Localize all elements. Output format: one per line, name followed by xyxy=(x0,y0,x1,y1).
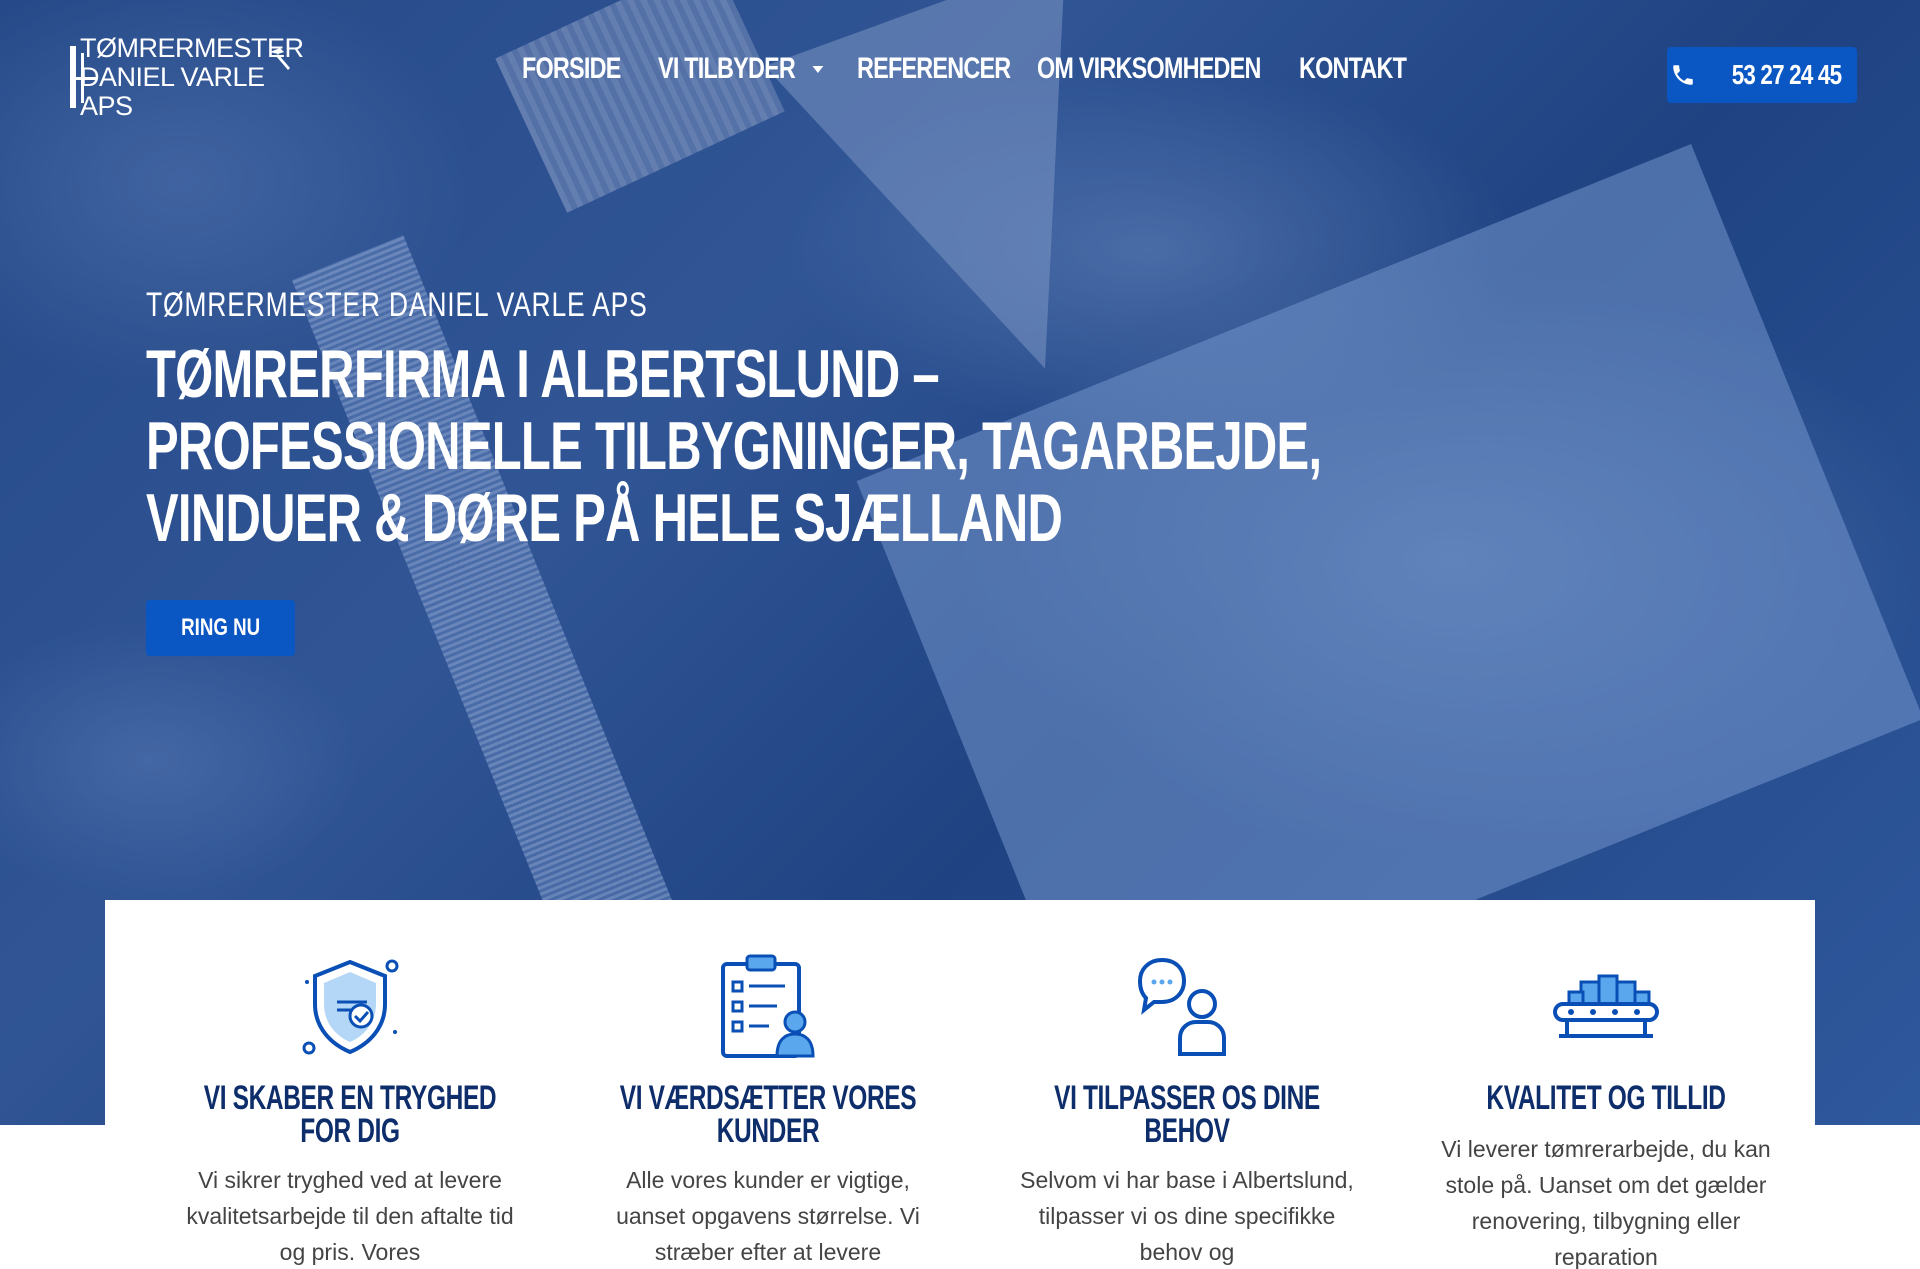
nav-item-vi-tilbyder[interactable]: VI TILBYDER xyxy=(658,52,824,86)
site-logo[interactable]: TØMRERMESTER DANIEL VARLE APS xyxy=(70,33,304,120)
shield-check-icon xyxy=(302,959,399,1055)
hero-headline-line: TØMRERFIRMA I ALBERTSLUND – xyxy=(146,336,940,412)
hero-eyebrow: TØMRERMESTER DANIEL VARLE APS xyxy=(146,286,648,324)
site-header: TØMRERMESTER DANIEL VARLE APS FORSIDE VI… xyxy=(0,0,1920,150)
nav-item-forside[interactable]: FORSIDE xyxy=(522,52,621,86)
phone-number: 53 27 24 45 xyxy=(1731,59,1841,90)
hero-headline-line: VINDUER & DØRE PÅ HELE SJÆLLAND xyxy=(146,480,1063,556)
feature-tryghed: VI SKABER EN TRYGHED FOR DIG Vi sikrer t… xyxy=(180,900,520,1269)
feature-title: VI TILPASSER OS DINE BEHOV xyxy=(1054,1079,1320,1150)
feature-kvalitet: KVALITET OG TILLID Vi leverer tømrerarbe… xyxy=(1436,900,1776,1269)
chevron-down-icon xyxy=(812,65,824,73)
hero-headline: TØMRERFIRMA I ALBERTSLUND – PROFESSIONEL… xyxy=(146,336,1322,556)
feature-text: Vi sikrer tryghed ved at levere kvalitet… xyxy=(186,1167,514,1265)
clipboard-checklist-icon xyxy=(721,954,815,1058)
feature-text: Alle vores kunder er vigtige, uanset opg… xyxy=(616,1167,920,1265)
feature-kunder: VI VÆRDSÆTTER VORES KUNDER Alle vores ku… xyxy=(598,900,938,1269)
nav-item-om-virksomheden[interactable]: OM VIRKSOMHEDEN xyxy=(1037,52,1261,86)
call-now-button[interactable]: RING NU xyxy=(146,600,295,656)
feature-text: Vi leverer tømrerarbejde, du kan stole p… xyxy=(1441,1136,1771,1269)
nav-item-label: VI TILBYDER xyxy=(658,52,796,85)
phone-button[interactable]: 53 27 24 45 xyxy=(1667,47,1857,103)
phone-icon xyxy=(1672,65,1693,85)
nav-item-referencer[interactable]: REFERENCER xyxy=(857,52,1011,86)
feature-title: VI SKABER EN TRYGHED FOR DIG xyxy=(203,1079,497,1150)
feature-title: VI VÆRDSÆTTER VORES KUNDER xyxy=(619,1079,917,1150)
feature-title: KVALITET OG TILLID xyxy=(1486,1079,1726,1117)
conveyor-boxes-icon xyxy=(1553,974,1659,1038)
features-card: VI SKABER EN TRYGHED FOR DIG Vi sikrer t… xyxy=(105,900,1815,1269)
call-now-label: RING NU xyxy=(180,614,261,641)
chat-person-icon xyxy=(1137,957,1226,1056)
feature-behov: VI TILPASSER OS DINE BEHOV Selvom vi har… xyxy=(1017,900,1357,1269)
door-logo-icon xyxy=(70,46,96,108)
nav-item-kontakt[interactable]: KONTAKT xyxy=(1299,52,1407,86)
hero-headline-line: PROFESSIONELLE TILBYGNINGER, TAGARBEJDE, xyxy=(146,408,1322,484)
hammer-icon xyxy=(270,48,290,70)
feature-text: Selvom vi har base i Albertslund, tilpas… xyxy=(1020,1167,1354,1265)
